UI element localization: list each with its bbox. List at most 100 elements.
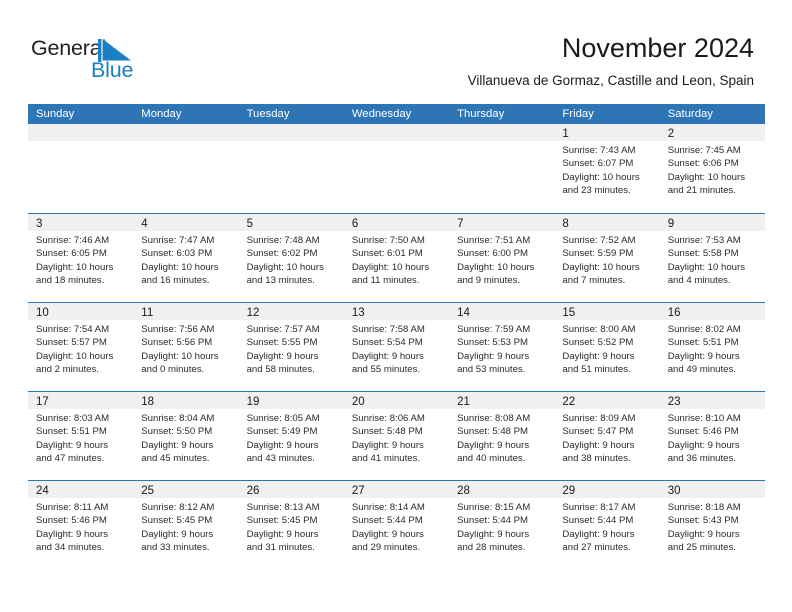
day-cell[interactable]: 6 Sunrise: 7:50 AM Sunset: 6:01 PM Daylight… [343, 214, 450, 302]
sunset-text: Sunset: 5:51 PM [667, 337, 739, 349]
day-number-band: 2 [659, 124, 765, 141]
sunset-text: Sunset: 6:06 PM [667, 158, 739, 170]
day-sun-info: Sunrise: 8:12 AM Sunset: 5:45 PM Daylight:… [133, 498, 238, 554]
day-sun-info: Sunrise: 7:57 AM Sunset: 5:55 PM Daylight:… [239, 320, 344, 376]
day-cell[interactable]: 10 Sunrise: 7:54 AM Sunset: 5:57 PM Dayligh… [28, 303, 134, 391]
day-sun-info: Sunrise: 8:09 AM Sunset: 5:47 PM Daylight:… [554, 409, 659, 465]
day-number: 4 [141, 218, 148, 230]
daylight-text-line2: and 40 minutes. [457, 452, 526, 464]
sunrise-text: Sunrise: 7:53 AM [667, 235, 741, 246]
day-cell[interactable]: 29 Sunrise: 8:17 AM Sunset: 5:44 PM Dayligh… [554, 481, 660, 569]
sunset-text: Sunset: 5:45 PM [141, 515, 213, 527]
day-number-band: 24 [28, 481, 134, 498]
daylight-text-line1: Daylight: 9 hours [457, 439, 530, 451]
sunset-text: Sunset: 6:02 PM [246, 248, 318, 260]
sunrise-text: Sunrise: 7:50 AM [351, 235, 425, 246]
day-number: 16 [667, 307, 681, 319]
daylight-text-line2: and 43 minutes. [246, 452, 315, 464]
daylight-text-line2: and 34 minutes. [36, 541, 105, 553]
day-number-band: 23 [659, 392, 765, 409]
day-number-band: 17 [28, 392, 134, 409]
day-number-band: 30 [659, 481, 765, 498]
day-number: 19 [246, 396, 260, 408]
day-cell[interactable]: 13 Sunrise: 7:58 AM Sunset: 5:54 PM Dayligh… [343, 303, 450, 391]
day-cell[interactable]: 26 Sunrise: 8:13 AM Sunset: 5:45 PM Dayligh… [238, 481, 344, 569]
day-cell[interactable]: 9 Sunrise: 7:53 AM Sunset: 5:58 PM Daylight… [659, 214, 765, 302]
day-number-band [28, 124, 134, 141]
sunset-text: Sunset: 5:57 PM [36, 337, 107, 349]
day-cell[interactable]: 3 Sunrise: 7:46 AM Sunset: 6:05 PM Daylight… [28, 214, 134, 302]
day-cell[interactable]: 30 Sunrise: 8:18 AM Sunset: 5:43 PM Dayligh… [659, 481, 765, 569]
day-cell[interactable]: 14 Sunrise: 7:59 AM Sunset: 5:53 PM Dayligh… [449, 303, 555, 391]
general-blue-logo[interactable]: General Blue [31, 36, 146, 84]
day-sun-info: Sunrise: 8:10 AM Sunset: 5:46 PM Daylight:… [660, 409, 765, 465]
day-cell[interactable]: 19 Sunrise: 8:05 AM Sunset: 5:49 PM Dayligh… [238, 392, 344, 480]
day-sun-info: Sunrise: 8:11 AM Sunset: 5:46 PM Daylight:… [28, 498, 133, 554]
day-cell[interactable]: 18 Sunrise: 8:04 AM Sunset: 5:50 PM Dayligh… [133, 392, 239, 480]
weekday-header-friday: Friday [562, 108, 594, 120]
sunrise-text: Sunrise: 7:48 AM [246, 235, 320, 246]
day-number-band: 19 [238, 392, 344, 409]
day-sun-info: Sunrise: 8:17 AM Sunset: 5:44 PM Daylight:… [554, 498, 659, 554]
day-cell[interactable]: 25 Sunrise: 8:12 AM Sunset: 5:45 PM Dayligh… [133, 481, 239, 569]
title-block: November 2024 Villanueva de Gormaz, Cast… [468, 32, 754, 90]
sunrise-text: Sunrise: 7:57 AM [246, 324, 320, 335]
daylight-text-line2: and 4 minutes. [667, 274, 731, 286]
day-cell[interactable]: 20 Sunrise: 8:06 AM Sunset: 5:48 PM Dayligh… [343, 392, 450, 480]
day-cell[interactable]: 16 Sunrise: 8:02 AM Sunset: 5:51 PM Dayligh… [659, 303, 765, 391]
day-number: 13 [351, 307, 365, 319]
day-number-band [133, 124, 239, 141]
sunset-text: Sunset: 5:52 PM [562, 337, 634, 349]
day-cell[interactable]: 12 Sunrise: 7:57 AM Sunset: 5:55 PM Dayligh… [238, 303, 344, 391]
daylight-text-line2: and 11 minutes. [351, 274, 420, 286]
day-cell[interactable]: 17 Sunrise: 8:03 AM Sunset: 5:51 PM Dayligh… [28, 392, 134, 480]
day-cell[interactable]: 8 Sunrise: 7:52 AM Sunset: 5:59 PM Daylight… [554, 214, 660, 302]
daylight-text-line2: and 36 minutes. [667, 452, 736, 464]
daylight-text-line2: and 58 minutes. [246, 363, 315, 375]
day-cell[interactable]: 4 Sunrise: 7:47 AM Sunset: 6:03 PM Daylight… [133, 214, 239, 302]
daylight-text-line2: and 2 minutes. [36, 363, 99, 375]
daylight-text-line1: Daylight: 9 hours [457, 528, 530, 540]
day-sun-info: Sunrise: 7:58 AM Sunset: 5:54 PM Daylight:… [344, 320, 449, 376]
daylight-text-line2: and 53 minutes. [457, 363, 526, 375]
daylight-text-line2: and 0 minutes. [141, 363, 205, 375]
day-cell[interactable]: 22 Sunrise: 8:09 AM Sunset: 5:47 PM Dayligh… [554, 392, 660, 480]
daylight-text-line1: Daylight: 9 hours [351, 439, 424, 451]
day-cell[interactable]: 27 Sunrise: 8:14 AM Sunset: 5:44 PM Dayligh… [343, 481, 450, 569]
sunset-text: Sunset: 5:45 PM [246, 515, 318, 527]
day-cell[interactable]: 28 Sunrise: 8:15 AM Sunset: 5:44 PM Dayligh… [449, 481, 555, 569]
day-number: 18 [141, 396, 155, 408]
day-number: 3 [36, 218, 43, 230]
day-number-band: 8 [554, 214, 660, 231]
day-cell-empty [28, 124, 134, 213]
daylight-text-line2: and 21 minutes. [667, 184, 736, 196]
day-cell[interactable]: 11 Sunrise: 7:56 AM Sunset: 5:56 PM Dayligh… [133, 303, 239, 391]
day-cell[interactable]: 21 Sunrise: 8:08 AM Sunset: 5:48 PM Dayligh… [449, 392, 555, 480]
day-number-band: 13 [343, 303, 450, 320]
day-cell[interactable]: 24 Sunrise: 8:11 AM Sunset: 5:46 PM Dayligh… [28, 481, 134, 569]
sunset-text: Sunset: 5:46 PM [667, 426, 739, 438]
day-number: 5 [246, 218, 253, 230]
daylight-text-line1: Daylight: 9 hours [141, 439, 214, 451]
day-number: 1 [562, 128, 569, 140]
daylight-text-line2: and 41 minutes. [351, 452, 421, 464]
sunrise-text: Sunrise: 8:06 AM [351, 413, 425, 424]
weekday-header-thursday: Thursday [457, 108, 505, 120]
sunrise-text: Sunrise: 7:46 AM [36, 235, 110, 246]
day-cell[interactable]: 2 Sunrise: 7:45 AM Sunset: 6:06 PM Daylight… [659, 124, 765, 213]
day-number: 8 [562, 218, 569, 230]
day-cell[interactable]: 5 Sunrise: 7:48 AM Sunset: 6:02 PM Daylight… [238, 214, 344, 302]
day-cell[interactable]: 15 Sunrise: 8:00 AM Sunset: 5:52 PM Dayligh… [554, 303, 660, 391]
day-cell[interactable]: 1 Sunrise: 7:43 AM Sunset: 6:07 PM Daylight… [554, 124, 660, 213]
sunrise-text: Sunrise: 8:02 AM [667, 324, 741, 335]
day-number: 22 [562, 396, 576, 408]
day-sun-info: Sunrise: 7:59 AM Sunset: 5:53 PM Daylight:… [449, 320, 554, 376]
daylight-text-line2: and 55 minutes. [351, 363, 421, 375]
day-number-band: 26 [238, 481, 344, 498]
sunrise-text: Sunrise: 8:13 AM [246, 502, 320, 513]
page-header: General Blue November 2024 Villanueva de… [0, 0, 792, 100]
day-number: 26 [246, 485, 260, 497]
weekday-header-saturday: Saturday [667, 108, 713, 120]
day-cell[interactable]: 7 Sunrise: 7:51 AM Sunset: 6:00 PM Daylight… [449, 214, 555, 302]
day-cell[interactable]: 23 Sunrise: 8:10 AM Sunset: 5:46 PM Dayligh… [659, 392, 765, 480]
